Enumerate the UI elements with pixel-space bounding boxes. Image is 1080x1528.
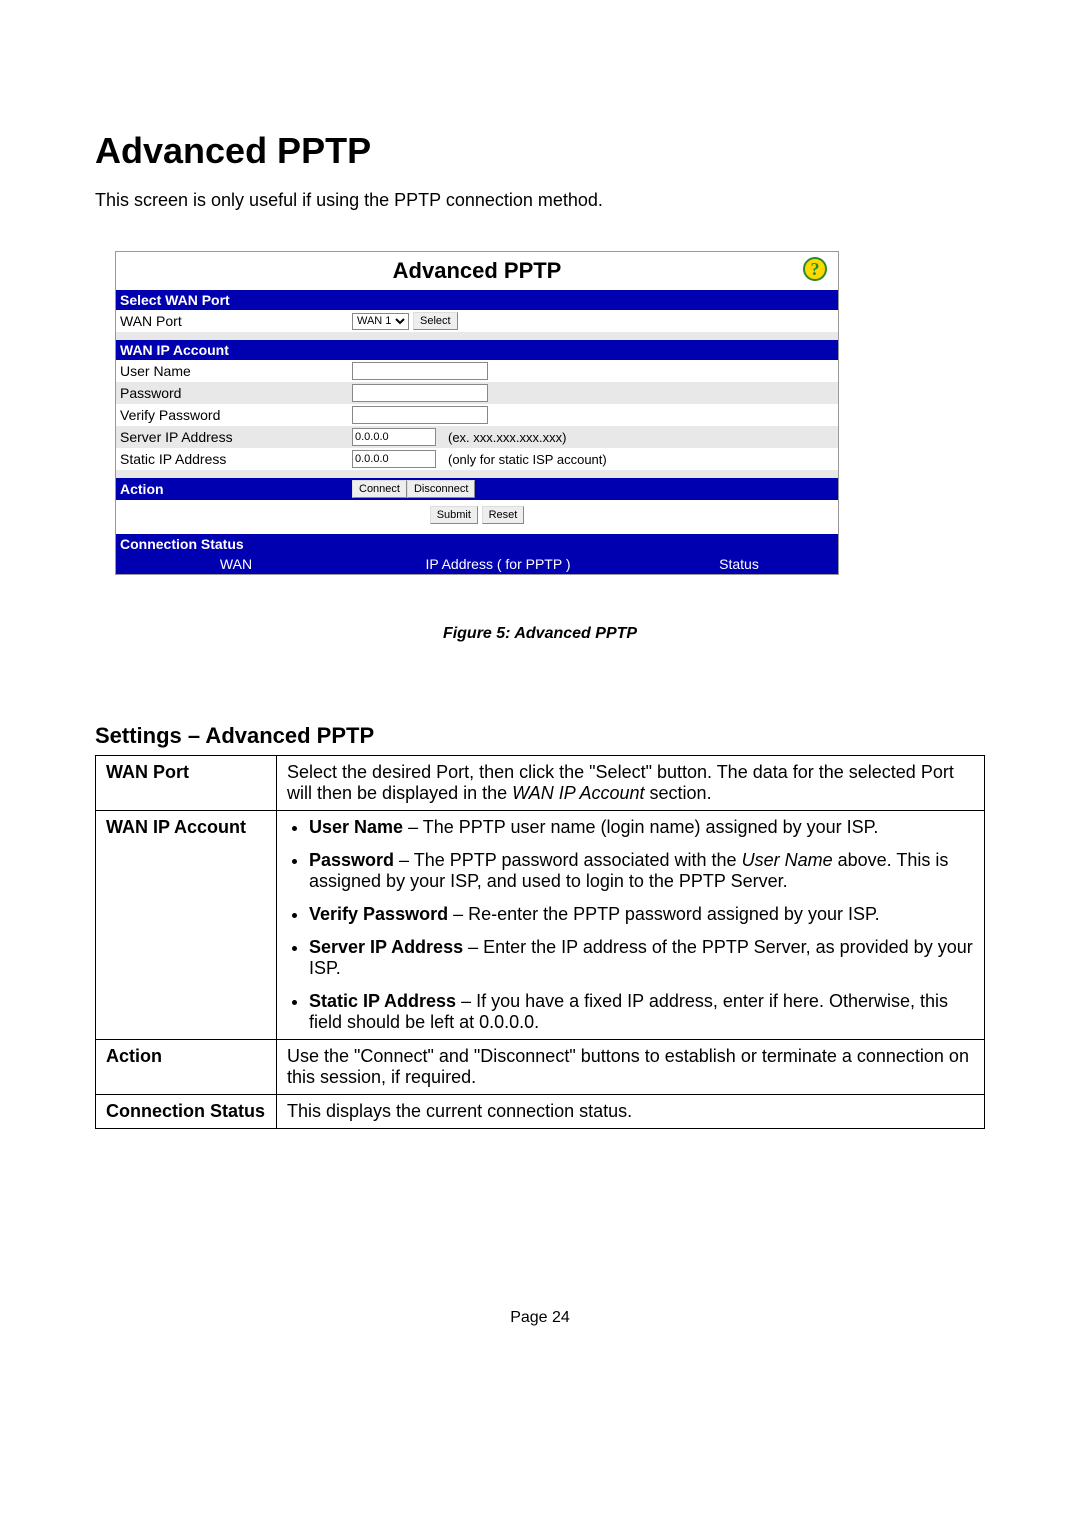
- status-col-wan: WAN: [116, 554, 356, 574]
- user-name-input[interactable]: [352, 362, 488, 380]
- config-panel: Advanced PPTP ? Select WAN Port WAN Port…: [115, 251, 839, 575]
- static-ip-hint: (only for static ISP account): [448, 452, 607, 467]
- static-ip-input[interactable]: [352, 450, 436, 468]
- settings-connstatus-label: Connection Status: [96, 1095, 277, 1129]
- settings-table: WAN Port Select the desired Port, then c…: [95, 755, 985, 1129]
- status-col-status: Status: [640, 554, 838, 574]
- settings-title: Settings – Advanced PPTP: [95, 723, 985, 749]
- connect-button[interactable]: Connect: [352, 480, 407, 498]
- password-input[interactable]: [352, 384, 488, 402]
- figure-caption: Figure 5: Advanced PPTP: [95, 625, 985, 643]
- svg-text:?: ?: [811, 259, 820, 279]
- reset-button[interactable]: Reset: [482, 506, 525, 524]
- settings-connstatus-text: This displays the current connection sta…: [277, 1095, 985, 1129]
- panel-title: Advanced PPTP: [393, 258, 562, 284]
- status-col-ip: IP Address ( for PPTP ): [356, 554, 640, 574]
- label-verify-password: Verify Password: [120, 407, 352, 423]
- intro-text: This screen is only useful if using the …: [95, 190, 985, 211]
- page-heading: Advanced PPTP: [95, 130, 985, 172]
- settings-wan-ip-label: WAN IP Account: [96, 811, 277, 1040]
- disconnect-button[interactable]: Disconnect: [407, 480, 475, 498]
- settings-wan-port-text: Select the desired Port, then click the …: [277, 756, 985, 811]
- settings-action-text: Use the "Connect" and "Disconnect" butto…: [277, 1040, 985, 1095]
- submit-button[interactable]: Submit: [430, 506, 478, 524]
- label-wan-port: WAN Port: [120, 313, 352, 329]
- label-user-name: User Name: [120, 363, 352, 379]
- label-server-ip: Server IP Address: [120, 429, 352, 445]
- page-number: Page 24: [95, 1309, 985, 1327]
- settings-wan-ip-text: User Name – The PPTP user name (login na…: [277, 811, 985, 1040]
- section-wan-ip-account: WAN IP Account: [116, 340, 838, 360]
- settings-wan-port-label: WAN Port: [96, 756, 277, 811]
- section-select-wan-port: Select WAN Port: [116, 290, 838, 310]
- server-ip-hint: (ex. xxx.xxx.xxx.xxx): [448, 430, 566, 445]
- section-connection-status: Connection Status: [116, 534, 838, 554]
- label-static-ip: Static IP Address: [120, 451, 352, 467]
- section-action: Action: [120, 481, 352, 497]
- wan-port-select[interactable]: WAN 1: [352, 313, 409, 330]
- server-ip-input[interactable]: [352, 428, 436, 446]
- help-icon[interactable]: ?: [802, 256, 830, 287]
- verify-password-input[interactable]: [352, 406, 488, 424]
- label-password: Password: [120, 385, 352, 401]
- settings-action-label: Action: [96, 1040, 277, 1095]
- select-button[interactable]: Select: [413, 312, 458, 330]
